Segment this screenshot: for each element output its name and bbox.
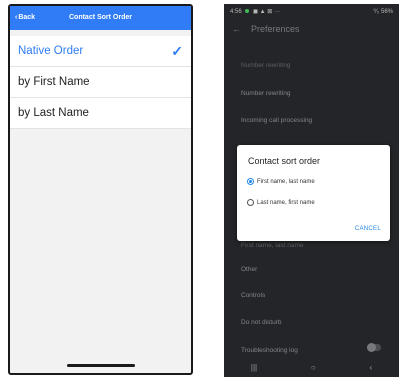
- list-item-by-first-name[interactable]: by First Name: [10, 67, 191, 98]
- radio-unselected-icon[interactable]: [247, 199, 254, 206]
- radio-option-first-last[interactable]: First name, last name: [247, 178, 315, 185]
- radio-option-label: First name, last name: [257, 178, 315, 185]
- ios-navigation-bar: ‹ Back Contact Sort Order: [10, 6, 191, 30]
- back-icon[interactable]: ‹: [369, 363, 372, 372]
- radio-selected-icon[interactable]: [247, 178, 254, 185]
- radio-option-label: Last name, first name: [257, 199, 315, 206]
- ios-phone: ‹ Back Contact Sort Order Native Order ✓…: [8, 4, 193, 375]
- cancel-button[interactable]: CANCEL: [355, 226, 381, 232]
- list-item-label: Native Order: [18, 45, 84, 57]
- checkmark-icon: ✓: [171, 42, 183, 59]
- recents-icon[interactable]: |||: [251, 363, 257, 372]
- list-item-label: by First Name: [18, 76, 90, 88]
- home-indicator[interactable]: [66, 364, 135, 367]
- page-title: Contact Sort Order: [68, 14, 132, 21]
- radio-option-last-first[interactable]: Last name, first name: [247, 199, 315, 206]
- dialog-title: Contact sort order: [248, 156, 321, 166]
- list-item-label: by Last Name: [18, 107, 89, 119]
- list-item-native-order[interactable]: Native Order ✓: [10, 36, 191, 67]
- home-icon[interactable]: ○: [311, 363, 316, 372]
- list-item-by-last-name[interactable]: by Last Name: [10, 98, 191, 129]
- system-navigation-bar: ||| ○ ‹: [224, 357, 399, 377]
- sort-order-list: Native Order ✓ by First Name by Last Nam…: [10, 36, 191, 129]
- contact-sort-order-dialog: Contact sort order First name, last name…: [237, 145, 390, 241]
